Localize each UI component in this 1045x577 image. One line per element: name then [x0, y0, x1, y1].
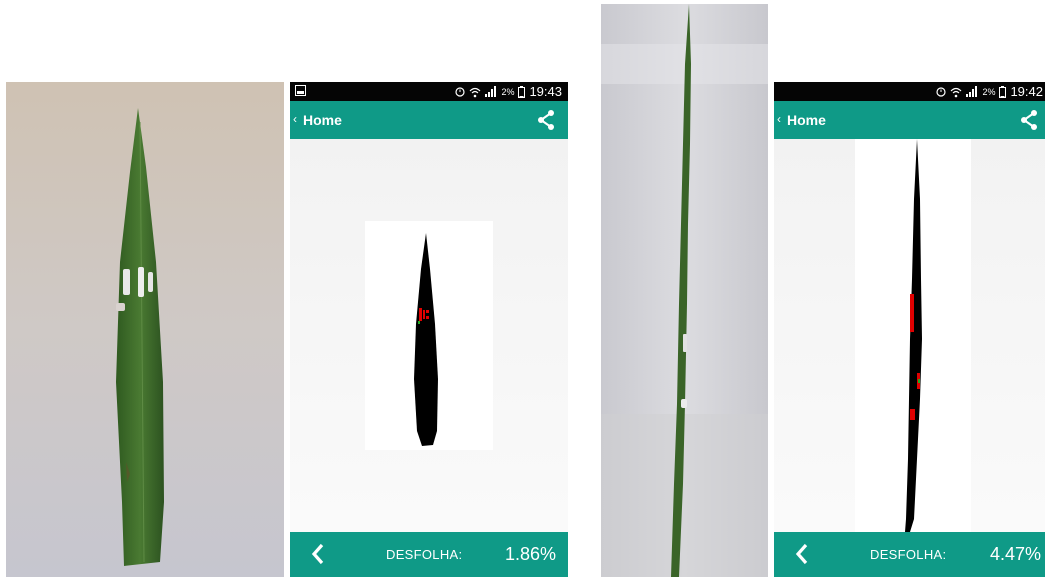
back-arrow-icon[interactable] [310, 542, 326, 566]
result-area-1 [290, 139, 568, 532]
status-time: 19:43 [529, 84, 562, 99]
defoliation-value: 1.86% [504, 544, 556, 564]
status-bar-1: 2% 19:43 [290, 82, 568, 101]
back-chevron-icon[interactable]: ‹ [293, 112, 297, 126]
back-chevron-icon[interactable]: ‹ [777, 112, 781, 126]
alarm-icon [936, 86, 947, 97]
result-area-2 [774, 139, 1045, 532]
status-time: 19:42 [1010, 84, 1043, 99]
share-icon[interactable] [1020, 110, 1038, 130]
home-title[interactable]: Home [303, 112, 342, 128]
toolbar-2: ‹ Home [774, 101, 1045, 139]
image-icon [295, 85, 306, 96]
defoliation-value: 4.47% [989, 544, 1041, 564]
leaf-photo-2-image [601, 4, 768, 577]
wifi-icon [470, 87, 481, 97]
leaf-photo-1 [6, 82, 284, 577]
signal-icon [966, 86, 978, 97]
leaf-photo-2 [601, 4, 768, 577]
leaf-photo-1-image [6, 82, 284, 577]
signal-icon [485, 86, 497, 97]
defoliation-label: DESFOLHA: [386, 547, 463, 562]
wifi-icon [951, 87, 962, 97]
battery-icon [518, 85, 526, 98]
bottom-bar-2: DESFOLHA: 4.47% [774, 532, 1045, 577]
alarm-icon [455, 86, 466, 97]
segmented-leaf-image-2 [855, 139, 971, 532]
share-icon[interactable] [537, 110, 555, 130]
status-icons-2: 2% 19:42 [936, 84, 1043, 99]
segmented-leaf-image-1 [365, 221, 493, 450]
bottom-bar-1: DESFOLHA: 1.86% [290, 532, 568, 577]
status-bar-2: 2% 19:42 [774, 82, 1045, 101]
battery-icon [999, 85, 1007, 98]
home-title[interactable]: Home [787, 112, 826, 128]
defoliation-label: DESFOLHA: [870, 547, 947, 562]
phone-screen-2: 2% 19:42 ‹ Home DESFOLHA: 4.47% [774, 82, 1045, 577]
battery-percent: 2% [982, 86, 996, 97]
phone-screen-1: 2% 19:43 ‹ Home DESFOLHA: 1.86% [290, 82, 568, 577]
battery-percent: 2% [501, 86, 515, 97]
back-arrow-icon[interactable] [794, 542, 810, 566]
toolbar-1: ‹ Home [290, 101, 568, 139]
status-icons-1: 2% 19:43 [455, 84, 562, 99]
